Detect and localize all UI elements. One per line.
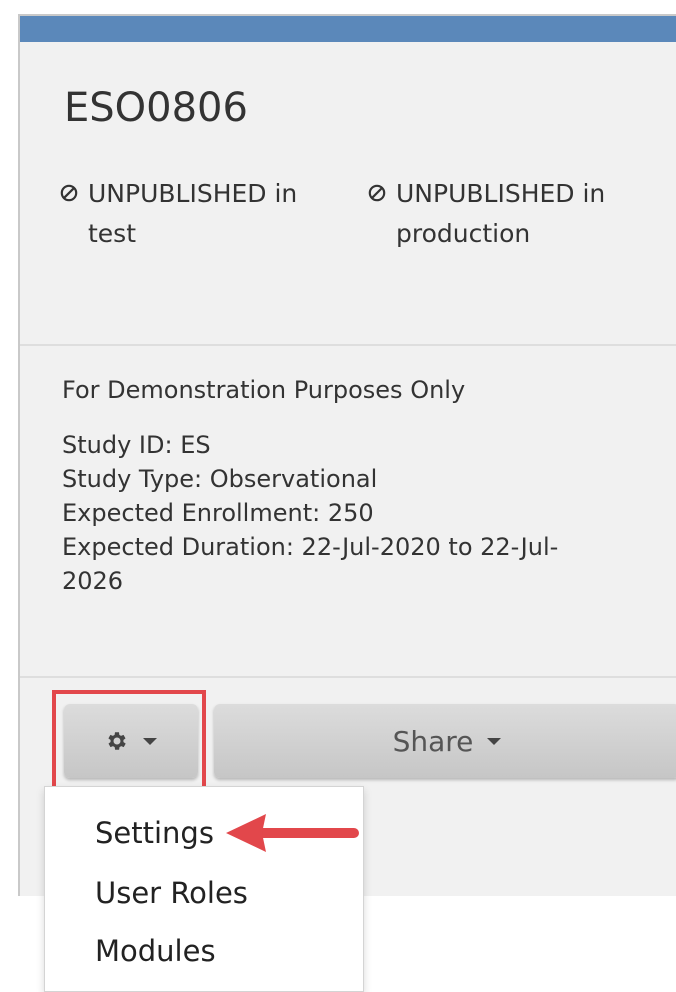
study-type: Study Type: Observational	[62, 465, 378, 493]
status-production: UNPUBLISHED in production	[368, 174, 676, 254]
ban-icon	[60, 184, 78, 202]
pointer-arrow-icon	[226, 814, 359, 852]
study-card: ESO0806 UNPUBLISHED in test UNPUBLISHED …	[18, 14, 676, 896]
study-description: For Demonstration Purposes Only	[62, 376, 466, 404]
expected-duration: Expected Duration: 22-Jul-2020 to 22-Jul…	[62, 533, 559, 561]
status-test: UNPUBLISHED in test	[60, 174, 340, 254]
status-test-env: test	[88, 219, 137, 248]
menu-item-user-roles[interactable]: User Roles	[95, 873, 248, 913]
study-title: ESO0806	[64, 85, 248, 131]
chevron-down-icon	[143, 737, 157, 745]
chevron-down-icon	[487, 737, 502, 745]
menu-item-modules[interactable]: Modules	[95, 931, 216, 971]
divider	[20, 676, 676, 678]
status-test-label: UNPUBLISHED in	[88, 179, 298, 208]
study-id: Study ID: ES	[62, 431, 211, 459]
divider	[20, 344, 676, 346]
ban-icon	[368, 184, 386, 202]
study-details: Study ID: ES Study Type: Observational E…	[62, 428, 652, 598]
share-label: Share	[392, 724, 474, 758]
menu-item-settings[interactable]: Settings	[95, 813, 214, 853]
expected-enrollment: Expected Enrollment: 250	[62, 499, 374, 527]
gear-icon	[108, 732, 126, 750]
status-production-label: UNPUBLISHED in	[396, 179, 606, 208]
action-buttons: Share	[42, 690, 676, 790]
status-production-env: production	[396, 219, 531, 248]
share-button[interactable]: Share	[214, 704, 676, 778]
card-header-bar	[20, 16, 676, 42]
settings-dropdown-button[interactable]	[64, 704, 198, 778]
expected-duration-end: 2026	[62, 567, 124, 595]
